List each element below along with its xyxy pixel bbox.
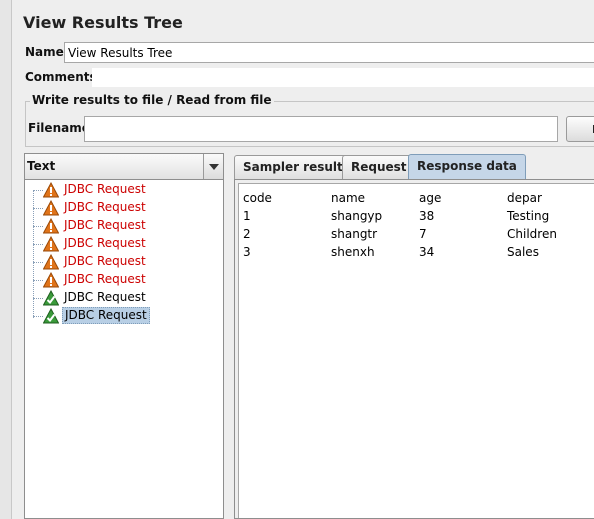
results-tree-panel: View Results Tree Name: Comments: Write … [13,0,594,519]
chevron-down-icon [209,164,219,170]
tree-item[interactable]: JDBC Request [33,217,213,235]
response-cell: 34 [419,245,435,259]
tree-item-label: JDBC Request [64,290,146,304]
tree-item-label: JDBC Request [64,272,146,286]
tab-request[interactable]: Request [342,155,416,180]
response-column-header: age [419,191,442,205]
response-row: 1 shangyp 38 Testing [243,207,594,225]
tree-item-label: JDBC Request [64,218,146,232]
response-column-header: depar [507,191,542,205]
tree-item-label: JDBC Request [62,307,150,324]
tree-item[interactable]: JDBC Request [33,271,213,289]
split-pane-divider[interactable] [0,0,12,519]
tree-list: JDBC Request JDBC Request JDBC Request JDBC… [25,181,223,518]
tree-connector [33,298,43,299]
file-group-legend: Write results to file / Read from file [30,93,274,107]
warning-icon [42,217,60,234]
split-pane-divider-vertical[interactable] [226,153,234,519]
tree-item-label: JDBC Request [64,200,146,214]
response-column-header: code [243,191,272,205]
response-data-text[interactable]: code name age depar 1 shangyp 38 Testing 2 shangt… [238,183,594,518]
response-cell: 1 [243,209,251,223]
tree-connector [33,262,43,263]
success-check-icon [42,307,60,324]
response-cell: Sales [507,245,539,259]
tree-item[interactable]: JDBC Request [33,199,213,217]
name-field[interactable] [64,42,594,63]
response-cell: 3 [243,245,251,259]
response-cell: 7 [419,227,427,241]
tree-item-label: JDBC Request [64,236,146,250]
results-tree: Text JDBC Request JDBC Request JDBC Reques… [24,153,224,519]
response-cell: shangtr [331,227,378,241]
filename-field[interactable] [84,116,558,142]
response-cell: shangyp [331,209,383,223]
tree-item-label: JDBC Request [64,182,146,196]
warning-icon [42,271,60,288]
renderer-select[interactable]: Text [25,154,223,180]
response-cell: 2 [243,227,251,241]
tree-item[interactable]: JDBC Request [33,307,213,325]
warning-icon [42,235,60,252]
tree-connector [33,208,43,209]
warning-icon [42,181,60,198]
response-row: 3 shenxh 34 Sales [243,243,594,261]
file-group: Write results to file / Read from file F… [25,93,594,147]
tree-connector [33,280,43,281]
filename-label: Filename [28,121,90,135]
tree-connector [33,244,43,245]
tree-item[interactable]: JDBC Request [33,253,213,271]
response-cell: 38 [419,209,435,223]
tree-connector [33,226,43,227]
success-check-icon [42,289,60,306]
tab-content: code name age depar 1 shangyp 38 Testing 2 shangt… [234,179,594,519]
response-header-row: code name age depar [243,189,594,207]
tree-item-label: JDBC Request [64,254,146,268]
renderer-select-value: Text [27,159,56,173]
response-row: 2 shangtr 7 Children [243,225,594,243]
name-label: Name: [25,45,69,59]
result-tabs: Sampler result Request Response data cod… [234,153,594,519]
warning-icon [42,199,60,216]
response-cell: Children [507,227,557,241]
tree-item[interactable]: JDBC Request [33,181,213,199]
browse-button[interactable]: Bro [566,116,594,142]
response-cell: Testing [507,209,550,223]
page-title: View Results Tree [23,13,183,32]
comments-field[interactable] [92,68,594,87]
warning-icon [42,253,60,270]
tree-connector [33,190,43,191]
response-column-header: name [331,191,366,205]
tree-item[interactable]: JDBC Request [33,235,213,253]
tab-sampler-result[interactable]: Sampler result [234,155,352,180]
dropdown-button[interactable] [203,154,223,179]
tab-response-data[interactable]: Response data [408,154,526,181]
tree-connector [33,316,43,317]
tree-item[interactable]: JDBC Request [33,289,213,307]
response-cell: shenxh [331,245,375,259]
view-results-tree-window: View Results Tree Name: Comments: Write … [0,0,594,519]
comments-label: Comments: [25,70,102,84]
